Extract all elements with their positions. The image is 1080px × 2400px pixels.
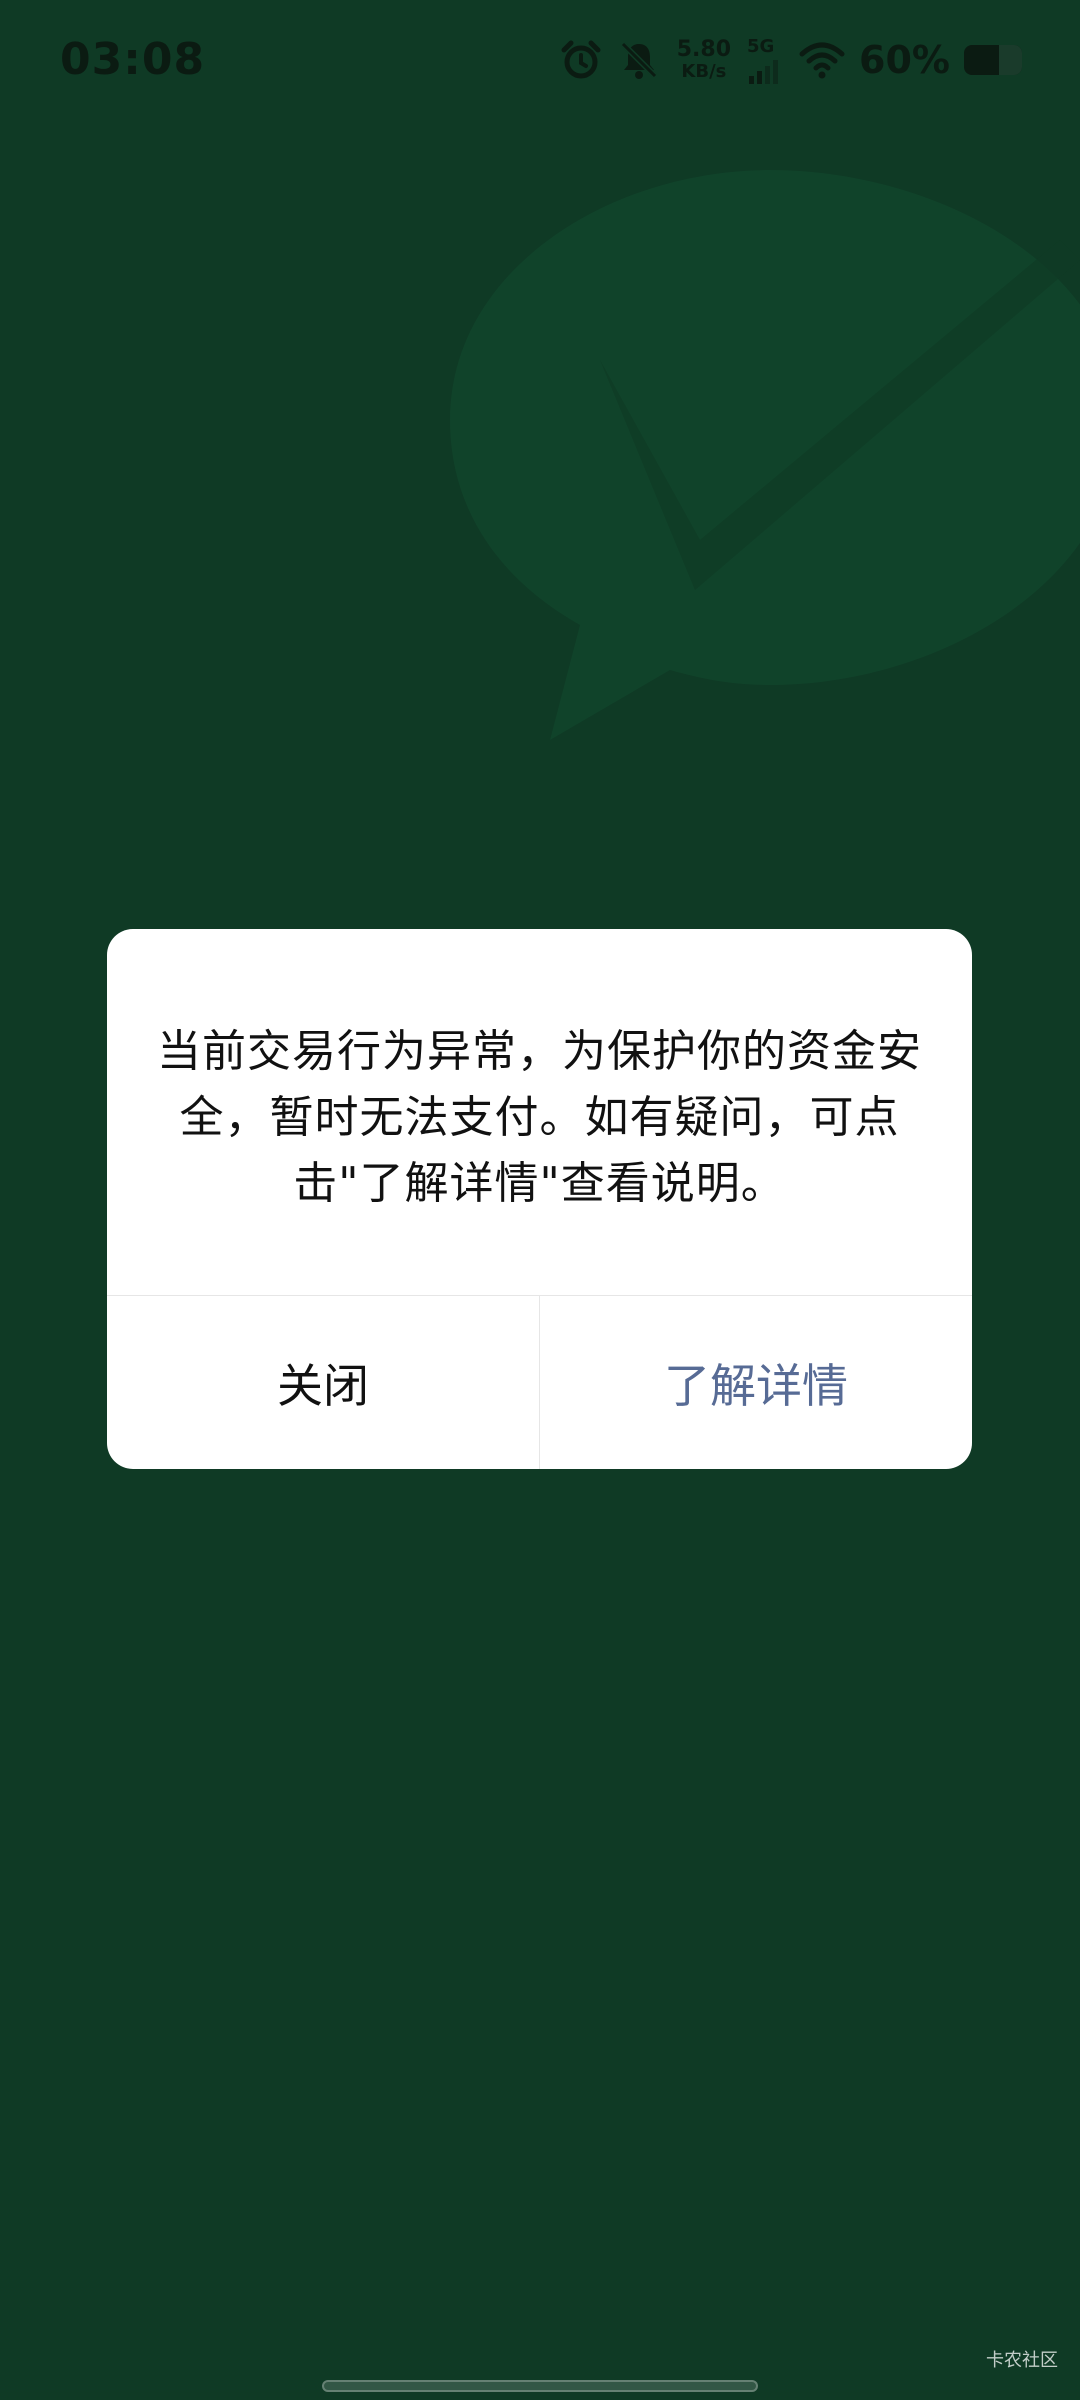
status-icons: 5.80 KB/s 5G 60% bbox=[559, 30, 1022, 90]
wechat-pay-logo-watermark bbox=[450, 170, 1080, 740]
home-indicator[interactable] bbox=[322, 2380, 758, 2392]
network-type: 5G bbox=[747, 36, 775, 57]
status-time: 03:08 bbox=[60, 34, 206, 85]
wifi-icon bbox=[799, 42, 845, 79]
net-speed: 5.80 KB/s bbox=[677, 39, 731, 81]
alarm-icon bbox=[561, 40, 601, 79]
close-button[interactable]: 关闭 bbox=[107, 1296, 539, 1469]
status-bar: 03:08 5.80 KB/s 5G 60% bbox=[0, 0, 1080, 120]
mute-bell-icon bbox=[620, 41, 657, 79]
learn-more-button[interactable]: 了解详情 bbox=[540, 1296, 972, 1469]
alert-dialog: 当前交易行为异常，为保护你的资金安全，暂时无法支付。如有疑问，可点击"了解详情"… bbox=[107, 929, 972, 1469]
watermark-text: 卡农社区 bbox=[986, 2350, 1058, 2371]
dialog-message: 当前交易行为异常，为保护你的资金安全，暂时无法支付。如有疑问，可点击"了解详情"… bbox=[157, 1026, 922, 1209]
net-speed-unit: KB/s bbox=[681, 61, 727, 82]
signal-icon: 5G bbox=[747, 36, 785, 84]
battery-icon bbox=[964, 45, 1022, 75]
net-speed-value: 5.80 bbox=[676, 37, 732, 62]
battery-percent: 60% bbox=[859, 38, 950, 82]
